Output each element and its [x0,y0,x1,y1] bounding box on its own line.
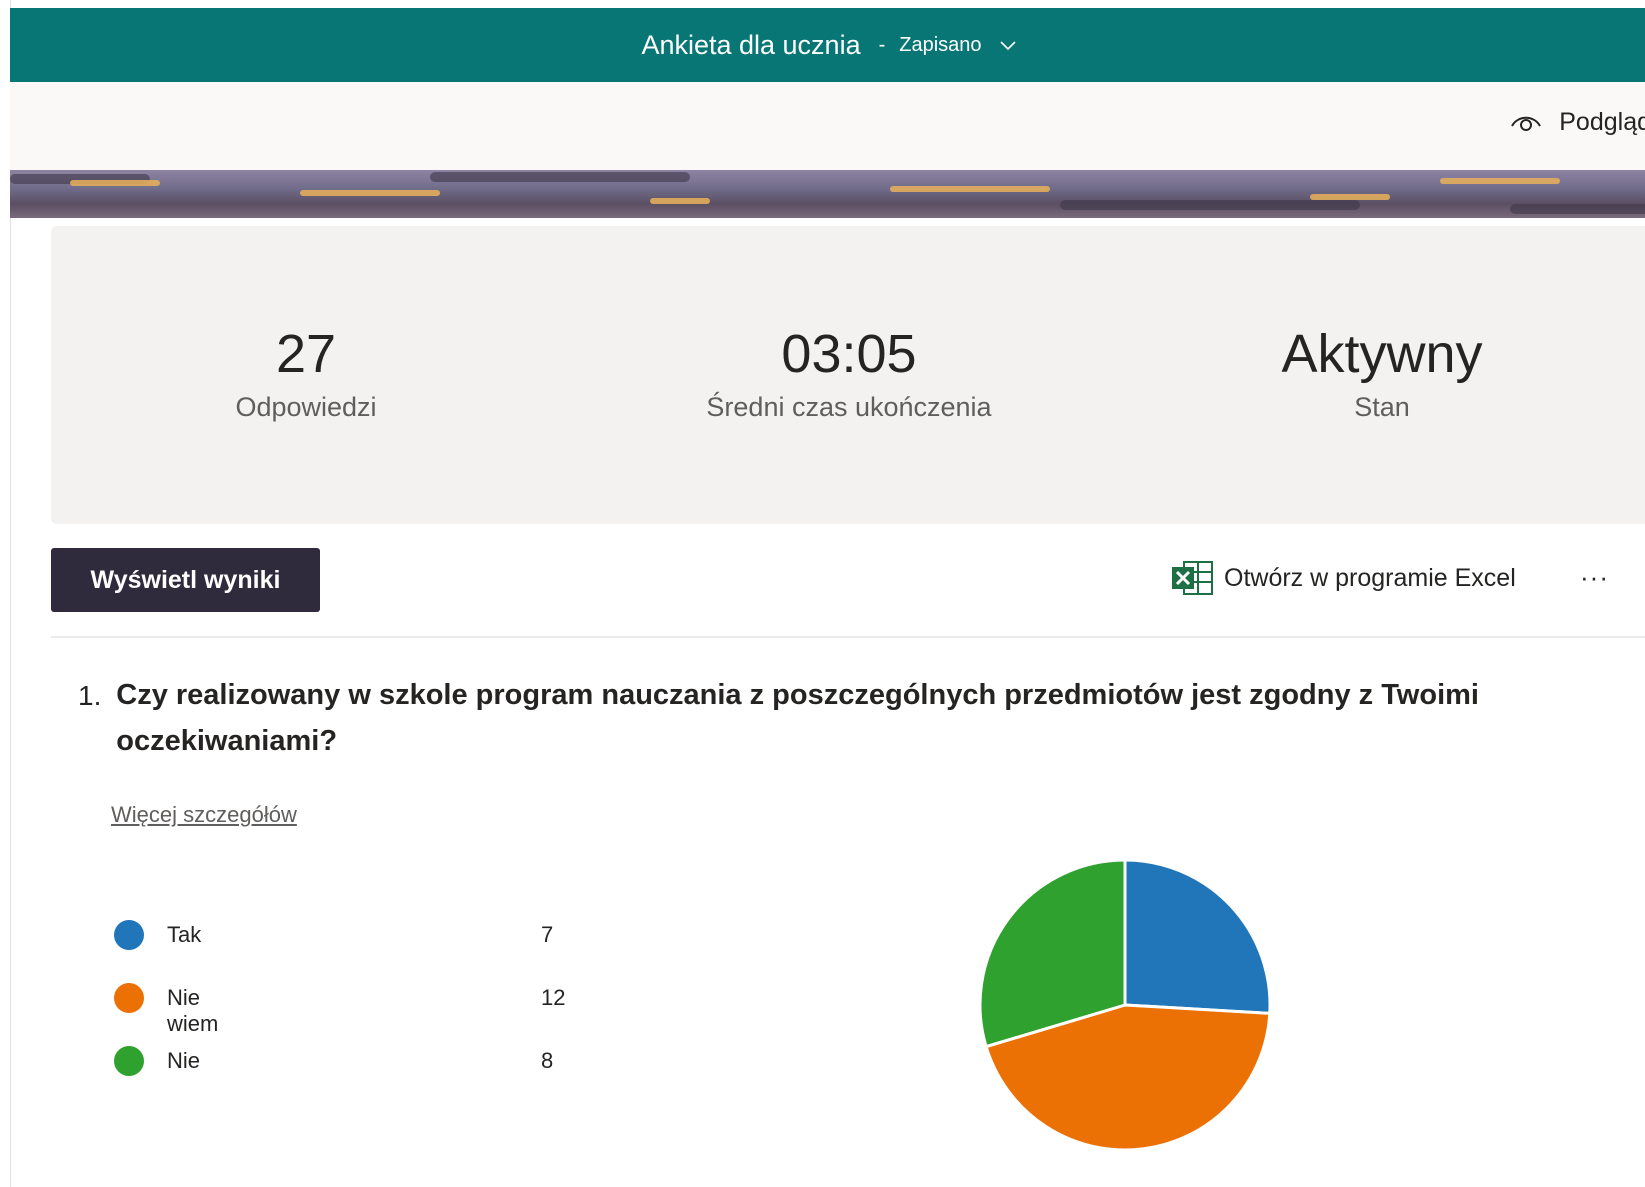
responses-count: 27 [275,324,337,384]
responses-label: Odpowiedzi [235,392,377,422]
legend-label: Nie [167,1048,201,1073]
title-separator: - [878,33,886,56]
open-in-excel-label: Otwórz w programie Excel [1224,563,1516,592]
more-options-button[interactable]: ··· [1580,562,1609,593]
view-results-button[interactable]: Wyświetl wyniki [51,548,320,612]
legend-count: 12 [541,985,566,1010]
form-title-bar: Ankieta dla ucznia - Zapisano [10,8,1645,82]
divider [51,636,1645,638]
theme-banner-image [10,170,1645,218]
legend-label: Nie wiem [167,985,219,1036]
question-text: Czy realizowany w szkole program nauczan… [116,679,1479,757]
avg-time-label: Średni czas ukończenia [706,392,992,422]
pie-chart [978,858,1272,1152]
legend-dot-icon [114,1046,144,1076]
legend-dot-icon [114,983,144,1013]
status-label: Stan [1354,392,1410,422]
summary-panel: 27 Odpowiedzi 03:05 Średni czas ukończen… [51,226,1645,524]
legend-dot-icon [114,920,144,950]
legend-label: Tak [167,922,202,947]
form-title[interactable]: Ankieta dla ucznia [641,30,860,61]
avg-time-value: 03:05 [781,324,917,384]
preview-label: Podgląd [1559,108,1645,136]
eye-icon [1509,112,1543,134]
preview-button[interactable]: Podgląd [1509,108,1645,137]
status-value: Aktywny [1281,324,1483,384]
pie-slice-tak[interactable] [1123,858,1272,1016]
open-in-excel-button[interactable]: Otwórz w programie Excel [1172,560,1516,596]
legend-count: 7 [541,922,554,947]
legend-count: 8 [541,1048,554,1073]
toolbar: Podgląd [10,82,1645,170]
avg-time-stat: 03:05 Średni czas ukończenia [639,322,1059,423]
question-1: 1. Czy realizowany w szkole program nauc… [78,679,1638,764]
status-stat: Aktywny Stan [1172,322,1592,423]
chevron-down-icon[interactable] [999,38,1016,52]
excel-icon [1172,561,1213,595]
question-number: 1. [78,680,102,711]
more-details-link[interactable]: Więcej szczegółów [111,802,297,828]
save-status: Zapisano [899,33,982,56]
responses-stat: 27 Odpowiedzi [96,322,516,423]
